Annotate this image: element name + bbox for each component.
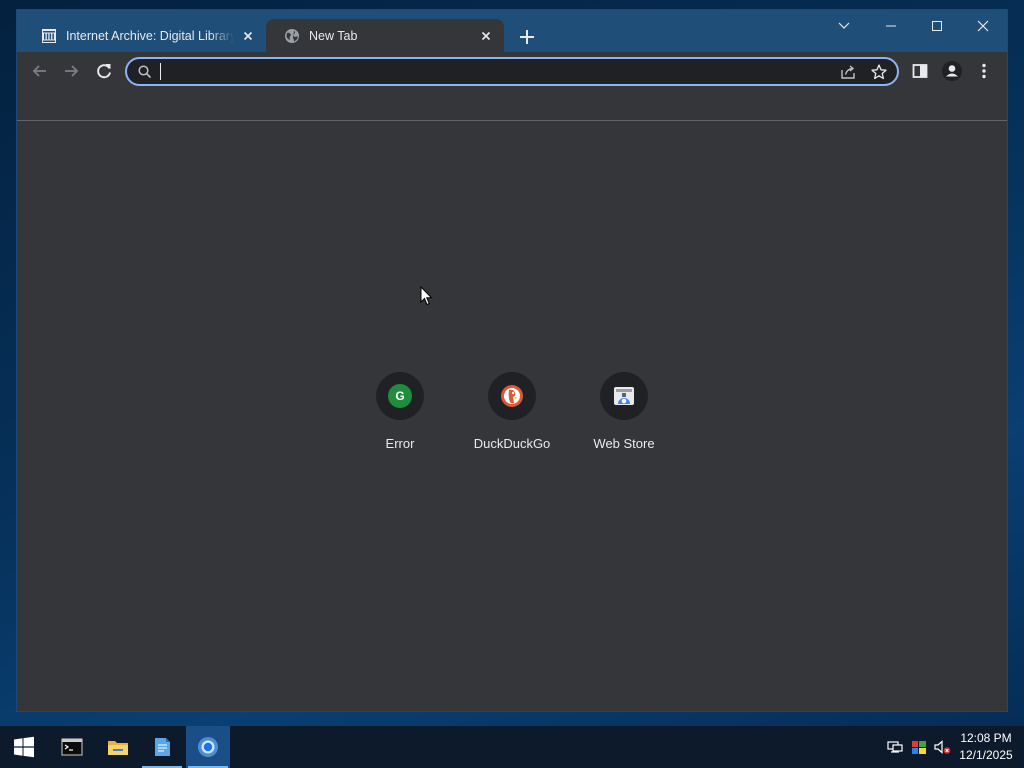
close-icon[interactable]	[478, 28, 494, 44]
chrome-icon	[198, 737, 218, 757]
network-icon[interactable]	[886, 738, 904, 756]
close-icon[interactable]	[240, 28, 256, 44]
shortcut-error[interactable]: G Error	[350, 370, 450, 454]
taskbar: 12:08 PM 12/1/2025	[0, 726, 1024, 768]
shortcut-icon-tile: G	[376, 372, 424, 420]
minimize-button[interactable]	[876, 16, 906, 36]
toolbar	[17, 52, 1007, 90]
mouse-cursor-icon	[420, 286, 433, 306]
menu-icon[interactable]	[973, 60, 995, 82]
color-settings-icon[interactable]	[910, 738, 928, 756]
side-panel-icon[interactable]	[909, 60, 931, 82]
start-button[interactable]	[2, 726, 46, 768]
new-tab-button[interactable]	[516, 26, 538, 48]
address-input[interactable]	[158, 62, 798, 82]
tab-title: New Tab	[309, 28, 358, 43]
file-explorer-icon	[108, 741, 128, 755]
profile-button[interactable]	[941, 60, 963, 82]
shortcut-label: DuckDuckGo	[473, 436, 551, 451]
forward-button[interactable]	[60, 60, 82, 82]
profile-icon	[942, 61, 962, 81]
address-bar[interactable]	[125, 57, 899, 86]
shortcut-label: Error	[385, 436, 415, 451]
clock-time: 12:08 PM	[960, 731, 1012, 745]
notepad-icon	[155, 738, 170, 756]
shortcut-duckduckgo[interactable]: DuckDuckGo	[462, 370, 562, 454]
browser-window: Internet Archive: Digital Library of Fre…	[17, 10, 1007, 711]
taskbar-terminal[interactable]	[50, 726, 94, 768]
shortcut-label: Web Store	[593, 436, 655, 451]
globe-icon	[285, 28, 299, 43]
share-icon[interactable]	[839, 63, 857, 81]
system-clock[interactable]: 12:08 PM 12/1/2025	[950, 730, 1022, 764]
web-store-icon	[614, 387, 634, 405]
reload-button[interactable]	[93, 60, 115, 82]
tab-title: Internet Archive: Digital Library of Fre…	[66, 28, 234, 43]
tab-internet-archive[interactable]: Internet Archive: Digital Library of Fre…	[23, 19, 266, 52]
search-icon	[138, 65, 152, 79]
g-icon: G	[388, 384, 412, 408]
tab-search-button[interactable]	[829, 16, 859, 36]
clock-date: 12/1/2025	[959, 748, 1013, 762]
maximize-button[interactable]	[922, 16, 952, 36]
taskbar-notepad[interactable]	[140, 726, 184, 768]
terminal-icon	[61, 738, 83, 756]
shortcut-web-store[interactable]: Web Store	[574, 370, 674, 454]
archive-icon	[42, 28, 56, 43]
tab-strip: Internet Archive: Digital Library of Fre…	[17, 10, 1007, 52]
text-caret	[160, 63, 161, 80]
close-window-button[interactable]	[968, 16, 998, 36]
bookmark-star-icon[interactable]	[870, 63, 888, 81]
start-icon	[14, 736, 34, 758]
bookmarks-bar	[17, 90, 1007, 121]
taskbar-file-explorer[interactable]	[96, 726, 140, 768]
tab-new-tab[interactable]: New Tab	[266, 19, 504, 52]
shortcut-icon-tile	[488, 372, 536, 420]
volume-muted-icon[interactable]	[933, 738, 951, 756]
shortcut-icon-tile	[600, 372, 648, 420]
back-button[interactable]	[29, 60, 51, 82]
duckduckgo-icon	[501, 385, 523, 407]
taskbar-chrome[interactable]	[186, 726, 230, 768]
